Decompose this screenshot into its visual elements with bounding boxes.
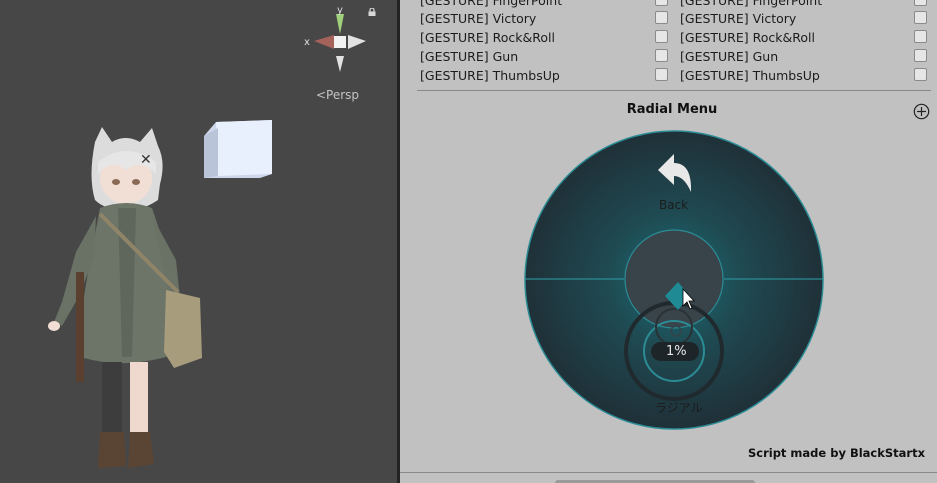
gesture-right-checkbox[interactable] (914, 11, 927, 24)
gesture-left-label: [GESTURE] ThumbsUp (420, 68, 560, 83)
gesture-left-label: [GESTURE] Rock&Roll (420, 30, 555, 45)
radial-percent-readout: 1% (666, 344, 687, 359)
divider (417, 90, 931, 91)
scene-view[interactable]: y x <Persp ✕ (0, 0, 397, 483)
gesture-right-label: [GESTURE] Gun (680, 49, 779, 64)
gesture-right-checkbox[interactable] (914, 49, 927, 62)
credit-text: Script made by BlackStartx (747, 446, 925, 460)
persp-toggle[interactable]: <Persp (316, 88, 359, 102)
gizmo-x-label: x (304, 37, 310, 48)
gesture-left-checkbox[interactable] (655, 30, 668, 43)
gizmo-y-label: y (337, 5, 343, 16)
gesture-right-checkbox[interactable] (914, 0, 927, 6)
gesture-right-label: [GESTURE] Rock&Roll (680, 30, 815, 45)
radial-menu-title: Radial Menu (626, 102, 718, 117)
radial-menu[interactable] (524, 130, 824, 430)
divider (400, 472, 937, 473)
back-label: Back (659, 198, 689, 212)
gesture-left-checkbox[interactable] (655, 49, 668, 62)
inspector-panel: [GESTURE] FingerPoint [GESTURE] FingerPo… (400, 0, 937, 483)
cube-object[interactable] (200, 116, 276, 182)
gesture-right-label: [GESTURE] ThumbsUp (680, 68, 820, 83)
gesture-left-label: [GESTURE] Victory (420, 11, 537, 26)
gesture-left-checkbox[interactable] (655, 11, 668, 24)
gesture-right-checkbox[interactable] (914, 30, 927, 43)
gesture-left-label: [GESTURE] Gun (420, 49, 519, 64)
add-icon[interactable] (913, 103, 930, 120)
gesture-left-checkbox[interactable] (655, 0, 668, 6)
gesture-left-checkbox[interactable] (655, 68, 668, 81)
svg-text:✕: ✕ (140, 152, 152, 168)
lock-icon[interactable] (368, 8, 376, 16)
gesture-right-checkbox[interactable] (914, 68, 927, 81)
gesture-right-label: [GESTURE] Victory (680, 11, 797, 26)
avatar-model[interactable]: ✕ (40, 122, 210, 477)
radial-slot-label: ラジアル (655, 401, 703, 415)
